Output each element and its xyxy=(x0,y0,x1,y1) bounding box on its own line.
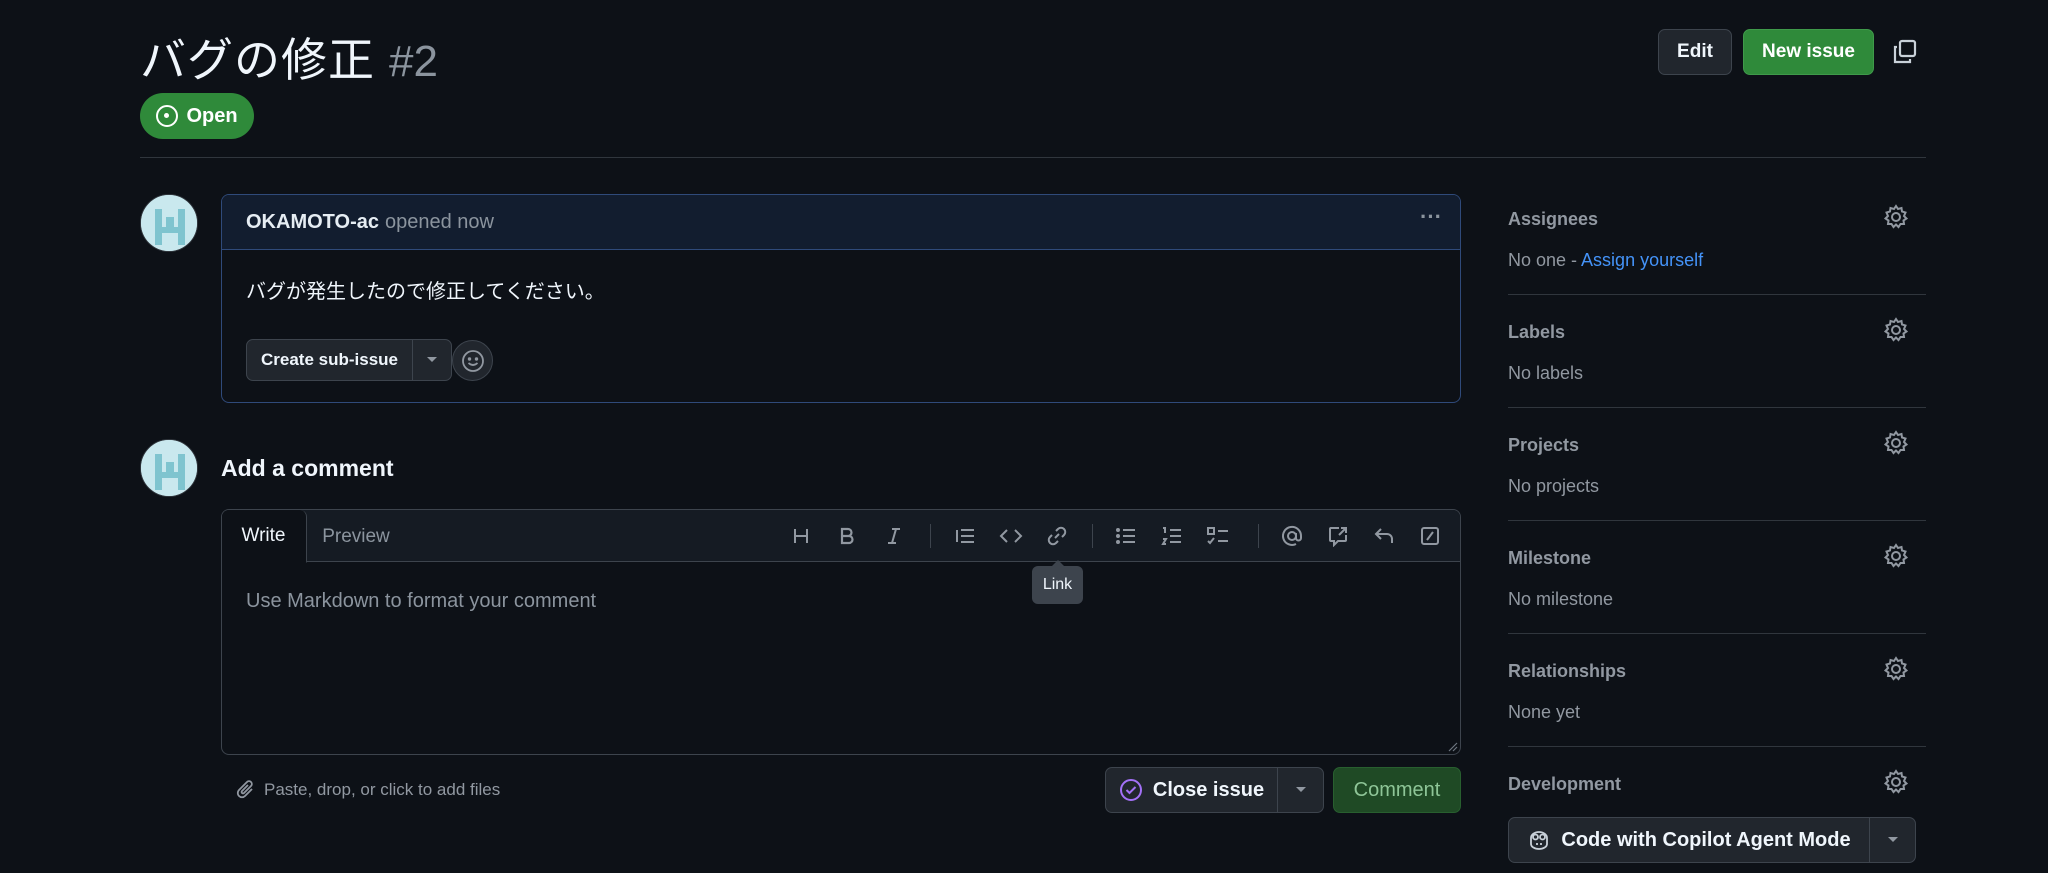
gear-icon[interactable] xyxy=(1882,542,1910,570)
sidebar-divider xyxy=(1508,407,1926,408)
create-sub-issue-button-group: Create sub-issue xyxy=(246,339,452,381)
sidebar-divider xyxy=(1508,746,1926,747)
sidebar-development-title[interactable]: Development xyxy=(1508,774,1926,795)
cross-reference-icon[interactable] xyxy=(1323,521,1353,551)
sidebar-divider xyxy=(1508,520,1926,521)
tab-write[interactable]: Write xyxy=(222,510,307,563)
code-with-copilot-label: Code with Copilot Agent Mode xyxy=(1561,828,1851,851)
sidebar-assignees: Assignees No one - Assign yourself xyxy=(1508,204,1926,270)
sidebar-projects: Projects No projects xyxy=(1508,430,1926,496)
gear-icon[interactable] xyxy=(1882,768,1910,796)
editor-toolbar: Write Preview xyxy=(222,510,1460,563)
sidebar-labels-value: No labels xyxy=(1508,363,1584,383)
avatar[interactable] xyxy=(140,439,198,497)
link-tooltip: Link xyxy=(1032,560,1083,604)
more-options-icon[interactable]: ··· xyxy=(1416,206,1446,233)
bold-icon[interactable] xyxy=(832,521,862,551)
reply-icon[interactable] xyxy=(1369,521,1399,551)
add-reaction-button[interactable] xyxy=(452,340,493,381)
gear-icon[interactable] xyxy=(1882,655,1910,683)
status-badge-label: Open xyxy=(186,104,238,127)
sidebar-assignees-value: No one - Assign yourself xyxy=(1508,250,1703,271)
sidebar-relationships-title[interactable]: Relationships xyxy=(1508,661,1926,682)
issue-title-row: バグの修正 #2 xyxy=(140,24,438,90)
quote-icon[interactable] xyxy=(950,521,980,551)
slash-command-icon[interactable] xyxy=(1415,521,1445,551)
assignees-none-text: No one - xyxy=(1508,250,1582,270)
toolbar-divider xyxy=(1092,524,1093,548)
paperclip-icon xyxy=(236,780,253,799)
link-icon[interactable] xyxy=(1042,521,1072,551)
sidebar-milestone-value: No milestone xyxy=(1508,589,1614,609)
sidebar-milestone: Milestone No milestone xyxy=(1508,543,1926,609)
sidebar-relationships-value: None yet xyxy=(1508,702,1581,722)
sidebar-divider xyxy=(1508,294,1926,295)
sidebar-projects-value: No projects xyxy=(1508,476,1600,496)
resize-handle-icon[interactable] xyxy=(1446,740,1458,752)
assign-yourself-link[interactable]: Assign yourself xyxy=(1581,250,1703,270)
italic-icon[interactable] xyxy=(879,521,909,551)
attach-files-label: Paste, drop, or click to add files xyxy=(264,780,501,799)
code-with-copilot-button[interactable]: Code with Copilot Agent Mode xyxy=(1509,818,1870,862)
sidebar-labels: Labels No labels xyxy=(1508,317,1926,383)
chevron-down-icon xyxy=(1295,787,1306,792)
comment-timestamp[interactable]: opened now xyxy=(385,211,494,234)
heading-icon[interactable] xyxy=(786,521,816,551)
copilot-agent-button-group: Code with Copilot Agent Mode xyxy=(1508,817,1916,863)
edit-button[interactable]: Edit xyxy=(1658,29,1732,75)
ordered-list-icon[interactable] xyxy=(1157,521,1187,551)
chevron-down-icon xyxy=(427,357,437,362)
header-divider xyxy=(140,157,1926,158)
sub-issue-dropdown-button[interactable] xyxy=(413,340,451,380)
copilot-icon xyxy=(1530,831,1549,850)
smiley-icon xyxy=(461,349,484,372)
toolbar-divider xyxy=(930,524,931,548)
add-comment-heading: Add a comment xyxy=(221,455,394,481)
task-list-icon[interactable] xyxy=(1203,521,1233,551)
sidebar-development: Development xyxy=(1508,769,1926,795)
sidebar-assignees-title[interactable]: Assignees xyxy=(1508,209,1926,230)
comment-body: バグが発生したので修正してください。 xyxy=(246,279,605,303)
issue-title: バグの修正 xyxy=(140,33,375,87)
sidebar-milestone-title[interactable]: Milestone xyxy=(1508,548,1926,569)
copy-link-icon[interactable] xyxy=(1891,38,1919,66)
status-badge: Open xyxy=(140,93,254,139)
toolbar-divider xyxy=(1258,524,1259,548)
close-issue-dropdown-button[interactable] xyxy=(1278,768,1323,812)
unordered-list-icon[interactable] xyxy=(1111,521,1141,551)
issue-body-comment: OKAMOTO-ac opened now ··· バグが発生したので修正してく… xyxy=(221,194,1461,403)
create-sub-issue-button[interactable]: Create sub-issue xyxy=(247,340,413,380)
gear-icon[interactable] xyxy=(1882,429,1910,457)
close-issue-button-group: Close issue xyxy=(1105,767,1324,813)
comment-input[interactable]: Use Markdown to format your comment xyxy=(246,590,596,613)
gear-icon[interactable] xyxy=(1882,203,1910,231)
avatar[interactable] xyxy=(140,194,198,252)
gear-icon[interactable] xyxy=(1882,316,1910,344)
sidebar-divider xyxy=(1508,633,1926,634)
close-issue-button[interactable]: Close issue xyxy=(1106,768,1278,812)
new-issue-button[interactable]: New issue xyxy=(1743,29,1874,75)
close-issue-label: Close issue xyxy=(1152,778,1265,801)
comment-editor: Write Preview Use Markdown to format you… xyxy=(221,509,1461,755)
tab-preview[interactable]: Preview xyxy=(308,510,404,563)
copilot-dropdown-button[interactable] xyxy=(1870,818,1915,862)
issue-number: #2 xyxy=(389,37,438,86)
sidebar-relationships: Relationships None yet xyxy=(1508,656,1926,722)
sidebar-labels-title[interactable]: Labels xyxy=(1508,322,1926,343)
issue-closed-icon xyxy=(1119,779,1142,801)
code-icon[interactable] xyxy=(996,521,1026,551)
issue-open-icon xyxy=(156,105,179,127)
comment-header: OKAMOTO-ac opened now xyxy=(222,195,1460,250)
attach-files[interactable]: Paste, drop, or click to add files xyxy=(236,779,500,801)
mention-icon[interactable] xyxy=(1277,521,1307,551)
comment-button[interactable]: Comment xyxy=(1333,767,1461,813)
chevron-down-icon xyxy=(1887,837,1898,842)
comment-author[interactable]: OKAMOTO-ac xyxy=(246,211,379,234)
sidebar-projects-title[interactable]: Projects xyxy=(1508,435,1926,456)
